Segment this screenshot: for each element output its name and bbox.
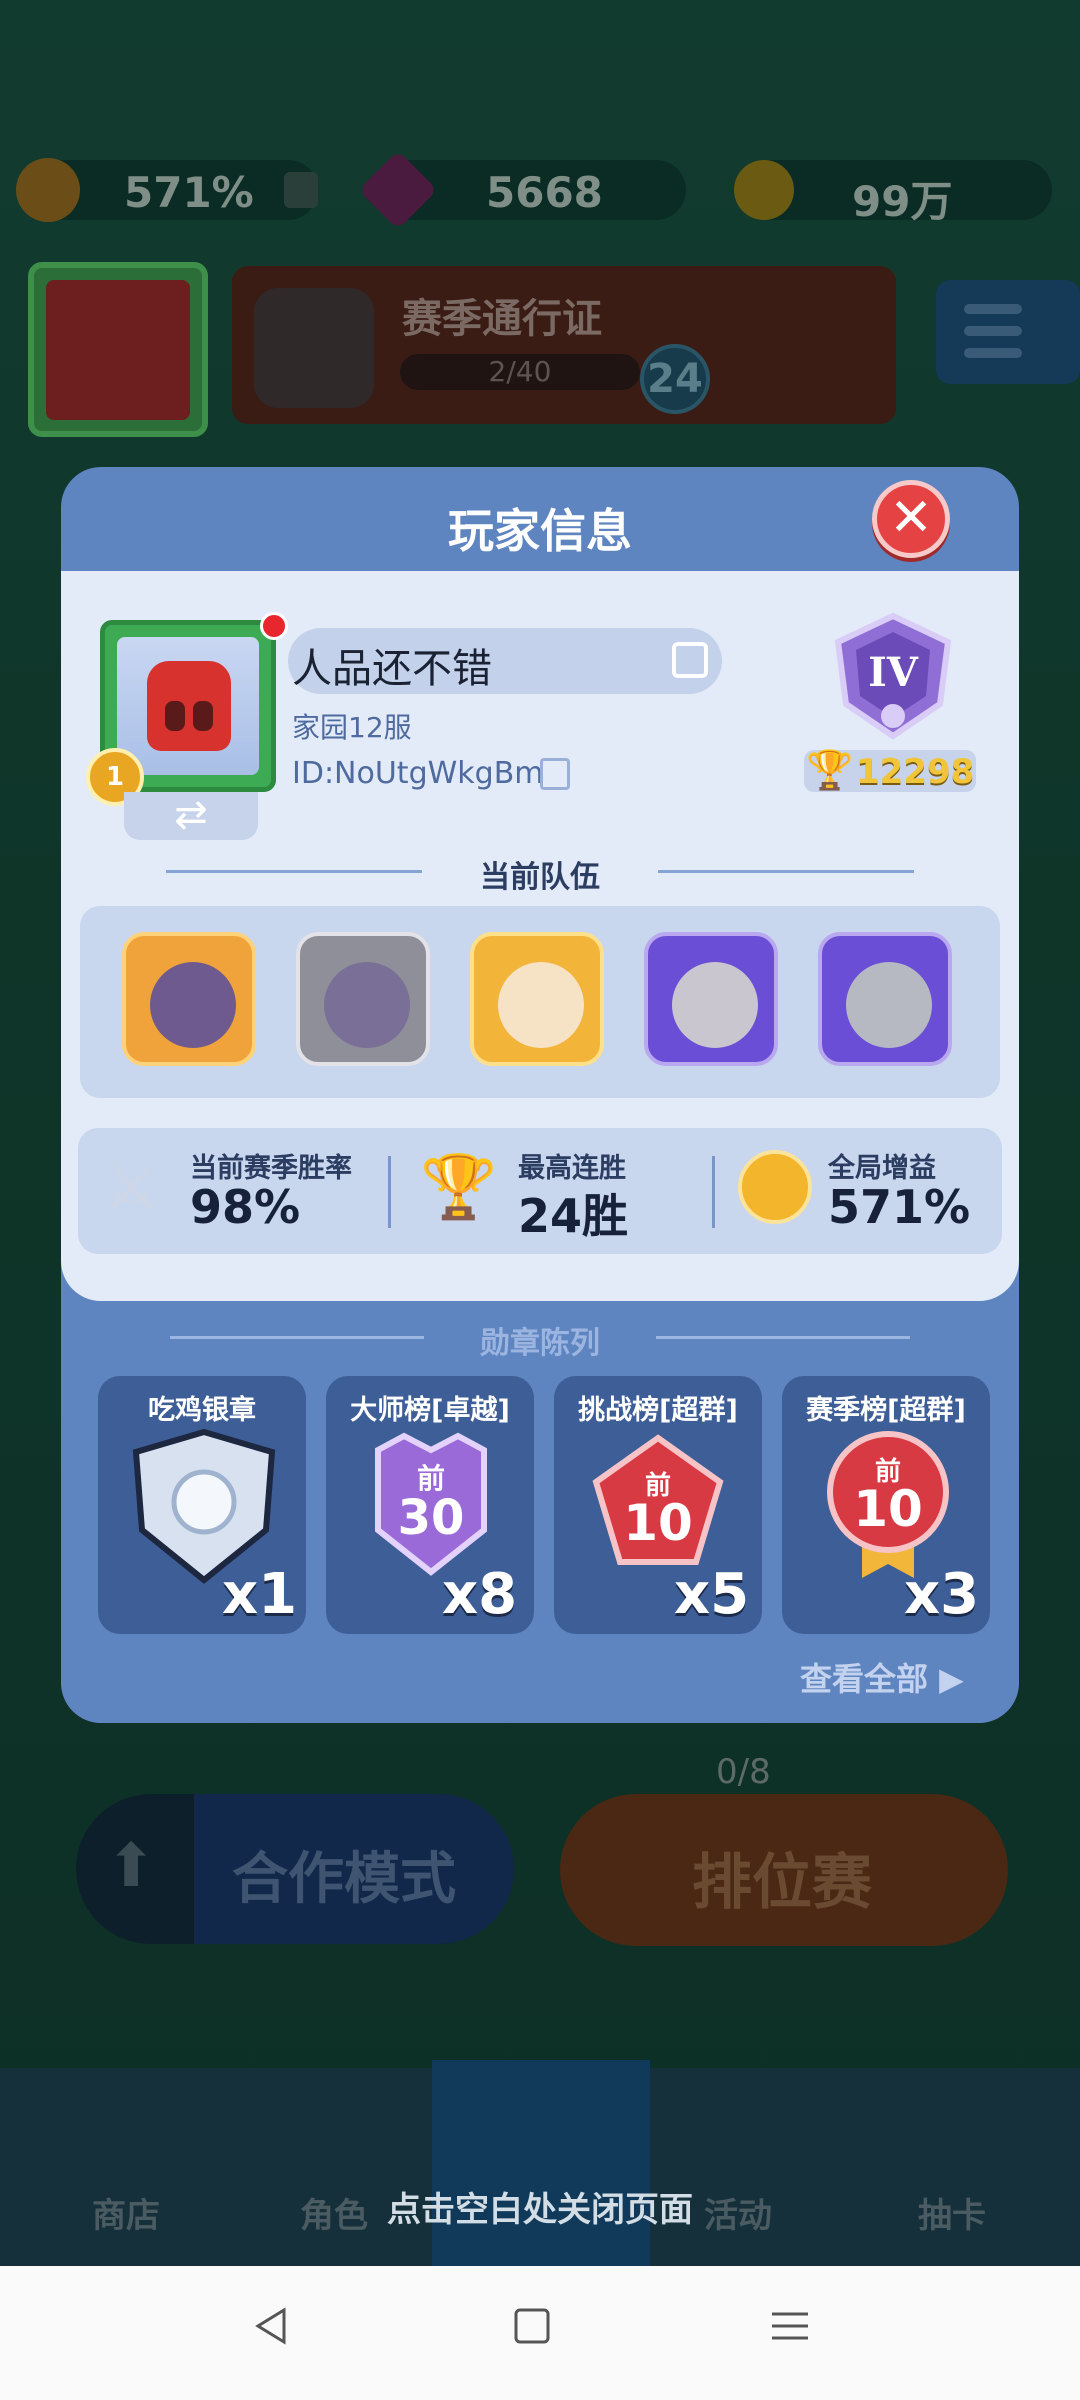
medal-count-3: x5 [674,1562,750,1627]
close-hint: 点击空白处关闭页面 [387,2190,693,2230]
medal-count-1: x1 [222,1562,298,1627]
season-rank-medal-icon: 前 10 [827,1431,949,1578]
ranked-progress: 0/8 [716,1752,771,1792]
recent-apps-icon[interactable] [770,2306,810,2346]
boost-value: 571% [124,168,254,217]
view-all-link[interactable]: 查看全部 ▶ [800,1654,964,1700]
divider [712,1156,715,1228]
hero-portrait-1[interactable] [122,932,256,1066]
info-icon[interactable] [284,172,318,208]
season-pass-progress: 2/40 [400,354,640,390]
boost-icon [738,1150,812,1224]
hero-portrait-2[interactable] [296,932,430,1066]
rank-tier-text: IV [868,649,919,696]
coop-mode-button[interactable]: ⬆ 合作模式 [76,1794,514,1944]
season-lock-icon [254,288,374,408]
swords-icon: ⚔ [104,1150,160,1223]
close-icon: ✕ [889,488,933,548]
trophy-icon: 🏆 [806,748,854,792]
trophy-count: 12298 [856,752,975,792]
boost-icon [16,158,80,222]
stat-value-boost: 571% [828,1180,971,1234]
player-id: ID:NoUtgWkgBm [292,756,544,791]
edit-icon[interactable] [672,642,708,678]
swap-icon: ⇄ [174,792,208,838]
season-pass-banner[interactable]: 赛季通行证 2/40 24 [232,266,896,424]
medal-badge-num-2: 30 [398,1490,465,1546]
home-icon[interactable] [512,2306,552,2346]
medal-count-4: x3 [904,1562,980,1627]
ranked-mode-button[interactable]: 排位赛 [560,1794,1008,1946]
trophy-icon: 🏆 [420,1150,498,1223]
ranked-mode-label: 排位赛 [692,1848,872,1918]
medals-section-title: 勋章陈列 [480,1326,600,1361]
coin-icon [734,160,794,220]
coins-value: 99万 [852,177,953,226]
player-name: 人品还不错 [292,646,492,692]
stat-value-streak: 24胜 [518,1189,629,1243]
server-name: 家园12服 [292,711,412,744]
hero-portrait-4[interactable] [644,932,778,1066]
rank-tier-badge[interactable]: IV [830,612,956,740]
arrow-up-icon: ⬆ [106,1831,157,1901]
hero-portrait-3[interactable] [470,932,604,1066]
back-icon[interactable] [252,2306,292,2346]
master-rank-medal-icon: 前 30 [375,1432,487,1576]
notification-dot [260,612,288,640]
medal-name-2: 大师榜[卓越] [350,1395,510,1426]
stat-value-winrate: 98% [190,1180,301,1234]
copy-icon[interactable] [540,758,570,790]
medal-name-1: 吃鸡银章 [148,1395,256,1426]
close-button[interactable]: ✕ [872,480,950,558]
medal-name-3: 挑战榜[超群] [578,1395,738,1426]
hero-portrait-5[interactable] [818,932,952,1066]
divider [388,1156,391,1228]
medal-badge-num-4: 10 [853,1480,923,1538]
gems-value: 5668 [486,168,603,217]
medal-count-2: x8 [442,1562,518,1627]
challenge-rank-medal-icon: 前 10 [592,1434,724,1565]
season-pass-level: 24 [640,344,710,414]
medal-name-4: 赛季榜[超群] [806,1395,966,1426]
menu-button[interactable] [936,280,1080,384]
swap-avatar-button[interactable]: ⇄ [124,792,258,840]
team-section-title: 当前队伍 [480,860,600,895]
background-avatar[interactable] [28,262,208,437]
nav-active-highlight [432,2060,650,2266]
medal-badge-num-3: 10 [623,1494,693,1552]
season-pass-title: 赛季通行证 [402,296,602,342]
coop-mode-label: 合作模式 [232,1847,456,1912]
